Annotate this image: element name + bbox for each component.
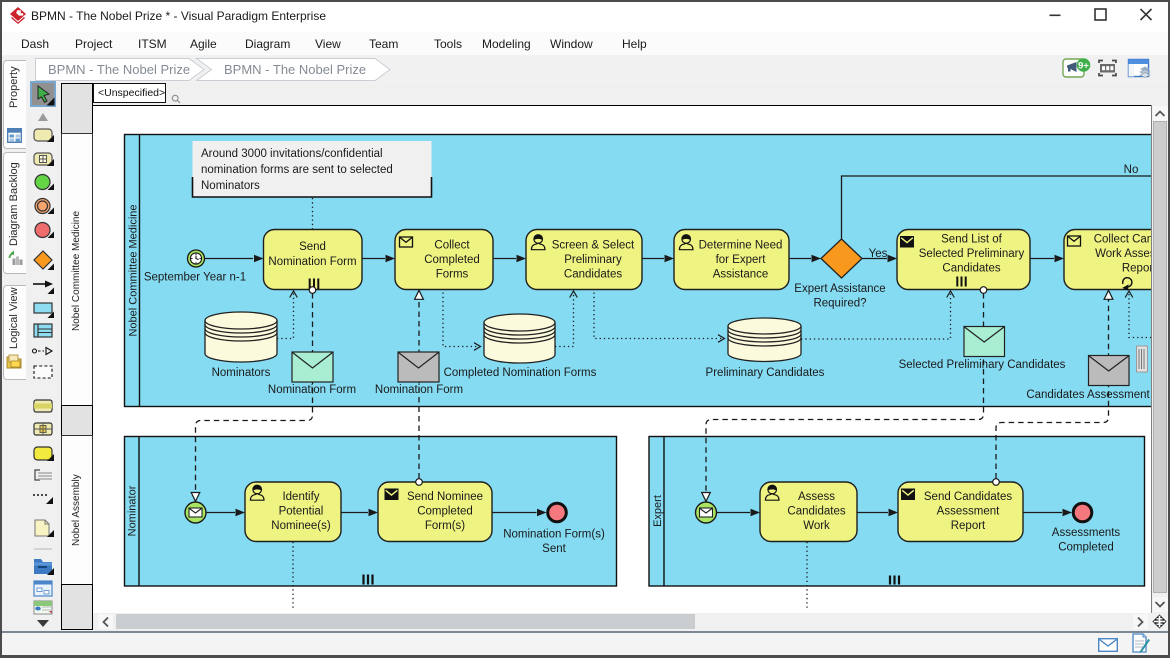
svg-text:nomination forms are sent to s: nomination forms are sent to selected [201, 164, 393, 176]
svg-text:Expert Assistance: Expert Assistance [794, 283, 885, 295]
svg-text:Assessments: Assessments [1052, 527, 1121, 539]
svg-text:Nominators: Nominators [212, 367, 271, 379]
svg-text:Report: Report [951, 520, 986, 532]
svg-text:Completed: Completed [1058, 542, 1114, 554]
svg-text:Nomination Form: Nomination Form [268, 256, 356, 268]
svg-text:Assessment: Assessment [937, 506, 1000, 518]
svg-text:BPMN - The Nobel Prize: BPMN - The Nobel Prize [48, 62, 190, 77]
svg-text:Screen & Select: Screen & Select [552, 240, 635, 252]
svg-text:Work: Work [803, 520, 830, 532]
svg-text:Preliminary Candidates: Preliminary Candidates [706, 367, 825, 379]
svg-text:Completed Nomination Forms: Completed Nomination Forms [444, 367, 597, 379]
svg-text:Yes: Yes [869, 248, 888, 260]
svg-text:Collect Candidates: Collect Candidates [1094, 234, 1151, 246]
svg-text:Determine Need: Determine Need [699, 240, 783, 252]
svg-text:Nominee(s): Nominee(s) [271, 520, 331, 532]
svg-text:Nobel Committee Medicine: Nobel Committee Medicine [128, 204, 140, 336]
svg-text:BPMN - The Nobel Prize: BPMN - The Nobel Prize [224, 62, 366, 77]
svg-text:September Year n-1: September Year n-1 [144, 272, 246, 284]
svg-text:Candidates: Candidates [942, 263, 1000, 275]
svg-text:Selected Preliminary Candidate: Selected Preliminary Candidates [899, 359, 1066, 371]
svg-text:Nomination Form(s): Nomination Form(s) [503, 529, 605, 541]
svg-text:for Expert: for Expert [716, 254, 767, 266]
svg-text:Identify: Identify [282, 491, 319, 503]
svg-text:Nomination Form: Nomination Form [375, 384, 463, 396]
svg-text:Work Assessment: Work Assessment [1095, 248, 1151, 260]
svg-text:Reports: Reports [1122, 263, 1151, 275]
svg-text:Preliminary: Preliminary [564, 254, 622, 266]
svg-text:No: No [1124, 164, 1139, 176]
svg-text:Form(s): Form(s) [425, 520, 465, 532]
svg-text:Forms: Forms [436, 269, 469, 281]
svg-text:Nominator: Nominator [127, 485, 139, 536]
svg-text:Candidates: Candidates [787, 506, 845, 518]
svg-text:Send: Send [299, 241, 326, 253]
svg-text:Completed: Completed [424, 254, 480, 266]
svg-text:Selected Preliminary: Selected Preliminary [919, 248, 1025, 260]
svg-text:Nominators: Nominators [201, 180, 260, 192]
svg-text:Nomination Form: Nomination Form [268, 384, 356, 396]
svg-text:Assistance: Assistance [713, 269, 769, 281]
svg-text:Send Nominee: Send Nominee [407, 491, 483, 503]
svg-text:Expert: Expert [652, 495, 664, 527]
svg-text:Assess: Assess [798, 491, 835, 503]
svg-text:Around 3000 invitations/confid: Around 3000 invitations/confidential [201, 148, 383, 160]
svg-text:Required?: Required? [813, 298, 866, 310]
svg-text:Send List of: Send List of [941, 234, 1003, 246]
svg-text:Completed: Completed [417, 506, 473, 518]
svg-text:Candidates Assessment: Candidates Assessment [1026, 389, 1150, 401]
svg-text:9+: 9+ [1078, 60, 1089, 71]
svg-text:Collect: Collect [434, 240, 470, 252]
svg-text:Sent: Sent [542, 543, 566, 555]
svg-text:Potential: Potential [279, 506, 324, 518]
svg-text:Send Candidates: Send Candidates [924, 491, 1012, 503]
svg-text:Candidates: Candidates [564, 269, 622, 281]
